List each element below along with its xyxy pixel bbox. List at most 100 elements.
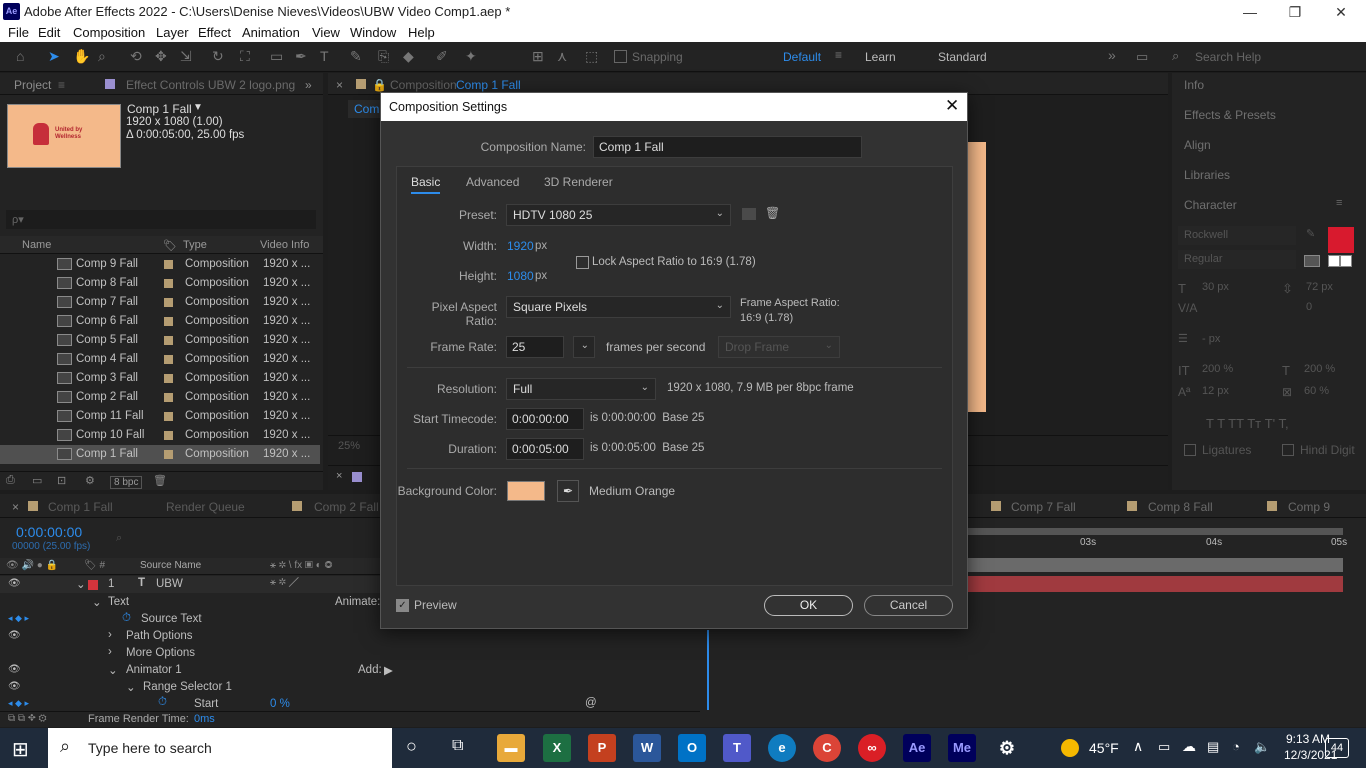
word-icon[interactable]: W bbox=[633, 734, 661, 762]
eyedropper-icon[interactable]: ✒ bbox=[557, 480, 579, 502]
stroke-width-value[interactable]: - px bbox=[1202, 333, 1220, 345]
label-swatch[interactable] bbox=[164, 298, 173, 307]
notification-count[interactable]: 44 bbox=[1325, 738, 1349, 758]
prop-animator-1[interactable]: 👁 ⌄ Animator 1 Add: ▶ bbox=[0, 662, 700, 679]
layer-label-swatch[interactable] bbox=[88, 580, 98, 590]
bit-depth-button[interactable]: 8 bpc bbox=[110, 476, 143, 489]
panel-overflow-icon[interactable]: » bbox=[305, 78, 312, 92]
add-label[interactable]: Add: bbox=[358, 664, 382, 676]
project-item-row[interactable]: Comp 7 Fall Composition 1920 x ... bbox=[0, 293, 320, 312]
roto-brush-tool-icon[interactable]: ✐ bbox=[436, 48, 448, 65]
selection-tool-icon[interactable]: ➤ bbox=[48, 48, 60, 65]
col-video-info[interactable]: Video Info bbox=[260, 239, 309, 251]
no-stroke-icon[interactable] bbox=[1340, 255, 1352, 267]
project-item-row[interactable]: Comp 5 Fall Composition 1920 x ... bbox=[0, 331, 320, 350]
move-tool-icon[interactable]: ✥ bbox=[155, 48, 167, 65]
project-item-row[interactable]: Comp 4 Fall Composition 1920 x ... bbox=[0, 350, 320, 369]
workspace-learn[interactable]: Learn bbox=[865, 50, 896, 64]
delete-preset-icon[interactable]: 🗑 bbox=[765, 206, 780, 220]
text-style-icons[interactable]: T T TT Tт T' T, bbox=[1206, 416, 1289, 431]
animate-label[interactable]: Animate: bbox=[335, 596, 380, 608]
powerpoint-icon[interactable]: P bbox=[588, 734, 616, 762]
project-item-row[interactable]: Comp 2 Fall Composition 1920 x ... bbox=[0, 388, 320, 407]
height-value[interactable]: 1080 bbox=[507, 269, 534, 283]
snapping-checkbox[interactable] bbox=[614, 50, 627, 63]
frame-rate-input[interactable]: 25 bbox=[506, 336, 564, 358]
workspace-default[interactable]: Default bbox=[783, 50, 821, 64]
project-item-row[interactable]: Comp 11 Fall Composition 1920 x ... bbox=[0, 407, 320, 426]
teams-icon[interactable]: T bbox=[723, 734, 751, 762]
start-timecode-input[interactable]: 0:00:00:00 bbox=[506, 408, 584, 430]
project-tab[interactable]: Project bbox=[14, 78, 51, 92]
label-swatch[interactable] bbox=[164, 431, 173, 440]
label-col-icon[interactable]: 🏷 bbox=[163, 239, 177, 252]
project-item-row[interactable]: Comp 6 Fall Composition 1920 x ... bbox=[0, 312, 320, 331]
prop-range-selector[interactable]: 👁 ⌄ Range Selector 1 bbox=[0, 679, 700, 696]
clock-time[interactable]: 9:13 AM bbox=[1286, 732, 1330, 746]
project-item-row[interactable]: Comp 1 Fall Composition 1920 x ... bbox=[0, 445, 320, 464]
zoom-level[interactable]: 25% bbox=[338, 440, 360, 452]
stopwatch-icon[interactable]: ⏱ bbox=[122, 612, 131, 625]
layer-duration-bar[interactable] bbox=[968, 576, 1343, 592]
start-stopwatch-icon[interactable]: ⏱ bbox=[158, 696, 167, 709]
close-window-button[interactable]: ✕ bbox=[1321, 2, 1361, 22]
close-tab-icon[interactable]: × bbox=[336, 78, 343, 92]
local-axis-icon[interactable]: ⊞ bbox=[532, 48, 544, 65]
menu-window[interactable]: Window bbox=[350, 25, 396, 40]
current-timecode[interactable]: 0:00:00:00 bbox=[16, 524, 82, 540]
layer-switch-icons[interactable]: ⚹ ✲ ╱ bbox=[270, 577, 299, 588]
ok-button[interactable]: OK bbox=[764, 595, 853, 616]
project-item-row[interactable]: Comp 8 Fall Composition 1920 x ... bbox=[0, 274, 320, 293]
menu-effect[interactable]: Effect bbox=[198, 25, 231, 40]
menu-layer[interactable]: Layer bbox=[156, 25, 189, 40]
horizontal-scale-value[interactable]: 200 % bbox=[1304, 363, 1335, 375]
work-area-bar[interactable] bbox=[968, 528, 1343, 535]
eye-icon-path[interactable]: 👁 bbox=[8, 630, 21, 641]
par-dropdown[interactable]: Square Pixels ⌄ bbox=[506, 296, 731, 318]
delete-icon[interactable]: 🗑 bbox=[153, 474, 167, 487]
duration-input[interactable]: 0:00:05:00 bbox=[506, 438, 584, 460]
expression-icon[interactable]: @ bbox=[585, 697, 597, 709]
label-swatch[interactable] bbox=[164, 317, 173, 326]
eye-icon-animator[interactable]: 👁 bbox=[8, 664, 21, 675]
pan-behind-tool-icon[interactable]: ⛶ bbox=[240, 48, 250, 65]
label-swatch[interactable] bbox=[164, 336, 173, 345]
composition-tab-prefix[interactable]: Composition bbox=[390, 78, 457, 92]
col-name[interactable]: Name bbox=[22, 239, 51, 251]
current-time-indicator[interactable] bbox=[707, 630, 709, 710]
background-color-swatch[interactable] bbox=[507, 481, 545, 501]
orbit-tool-icon[interactable]: ⟲ bbox=[130, 48, 142, 65]
resolution-dropdown[interactable]: Full ⌄ bbox=[506, 378, 656, 400]
tab-advanced[interactable]: Advanced bbox=[466, 175, 519, 189]
home-icon[interactable]: ⌂ bbox=[16, 48, 24, 64]
label-swatch[interactable] bbox=[164, 374, 173, 383]
tray-chevron-icon[interactable]: ∧ bbox=[1133, 738, 1143, 755]
layer-expand-icon[interactable]: ⌄ bbox=[76, 577, 86, 591]
character-tab[interactable]: Character bbox=[1184, 198, 1237, 212]
rotate-tool-icon[interactable]: ↻ bbox=[212, 48, 224, 65]
taskbar-search-box[interactable]: ⌕ Type here to search bbox=[48, 728, 392, 768]
drop-frame-dropdown[interactable]: Drop Frame ⌄ bbox=[718, 336, 840, 358]
menu-edit[interactable]: Edit bbox=[38, 25, 60, 40]
start-value[interactable]: 0 % bbox=[270, 698, 290, 710]
lock-aspect-checkbox[interactable] bbox=[576, 256, 589, 269]
project-item-row[interactable]: Comp 9 Fall Composition 1920 x ... bbox=[0, 255, 320, 274]
effects-presets-tab[interactable]: Effects & Presets bbox=[1184, 108, 1276, 122]
hand-tool-icon[interactable]: ✋ bbox=[73, 48, 90, 65]
label-swatch[interactable] bbox=[164, 450, 173, 459]
tsume-value[interactable]: 60 % bbox=[1304, 385, 1329, 397]
libraries-tab[interactable]: Libraries bbox=[1184, 168, 1230, 182]
font-style-dropdown[interactable]: Regular bbox=[1178, 250, 1296, 269]
minimize-button[interactable]: — bbox=[1230, 2, 1270, 22]
after-effects-taskbar-icon[interactable]: Ae bbox=[903, 734, 931, 762]
eraser-tool-icon[interactable]: ◆ bbox=[403, 48, 414, 65]
effect-controls-tab[interactable]: Effect Controls UBW 2 logo.png bbox=[126, 78, 295, 92]
render-queue-tab[interactable]: Render Queue bbox=[166, 500, 245, 514]
eyedropper-icon[interactable]: ✎ bbox=[1306, 227, 1315, 240]
close-layer-tab-icon[interactable]: × bbox=[336, 470, 342, 482]
comp-name-input[interactable]: Comp 1 Fall bbox=[593, 136, 862, 158]
display-icon[interactable]: ▭ bbox=[1136, 49, 1148, 65]
prop-more-options[interactable]: › More Options bbox=[0, 645, 700, 662]
menu-composition[interactable]: Composition bbox=[73, 25, 145, 40]
project-item-row[interactable]: Comp 3 Fall Composition 1920 x ... bbox=[0, 369, 320, 388]
